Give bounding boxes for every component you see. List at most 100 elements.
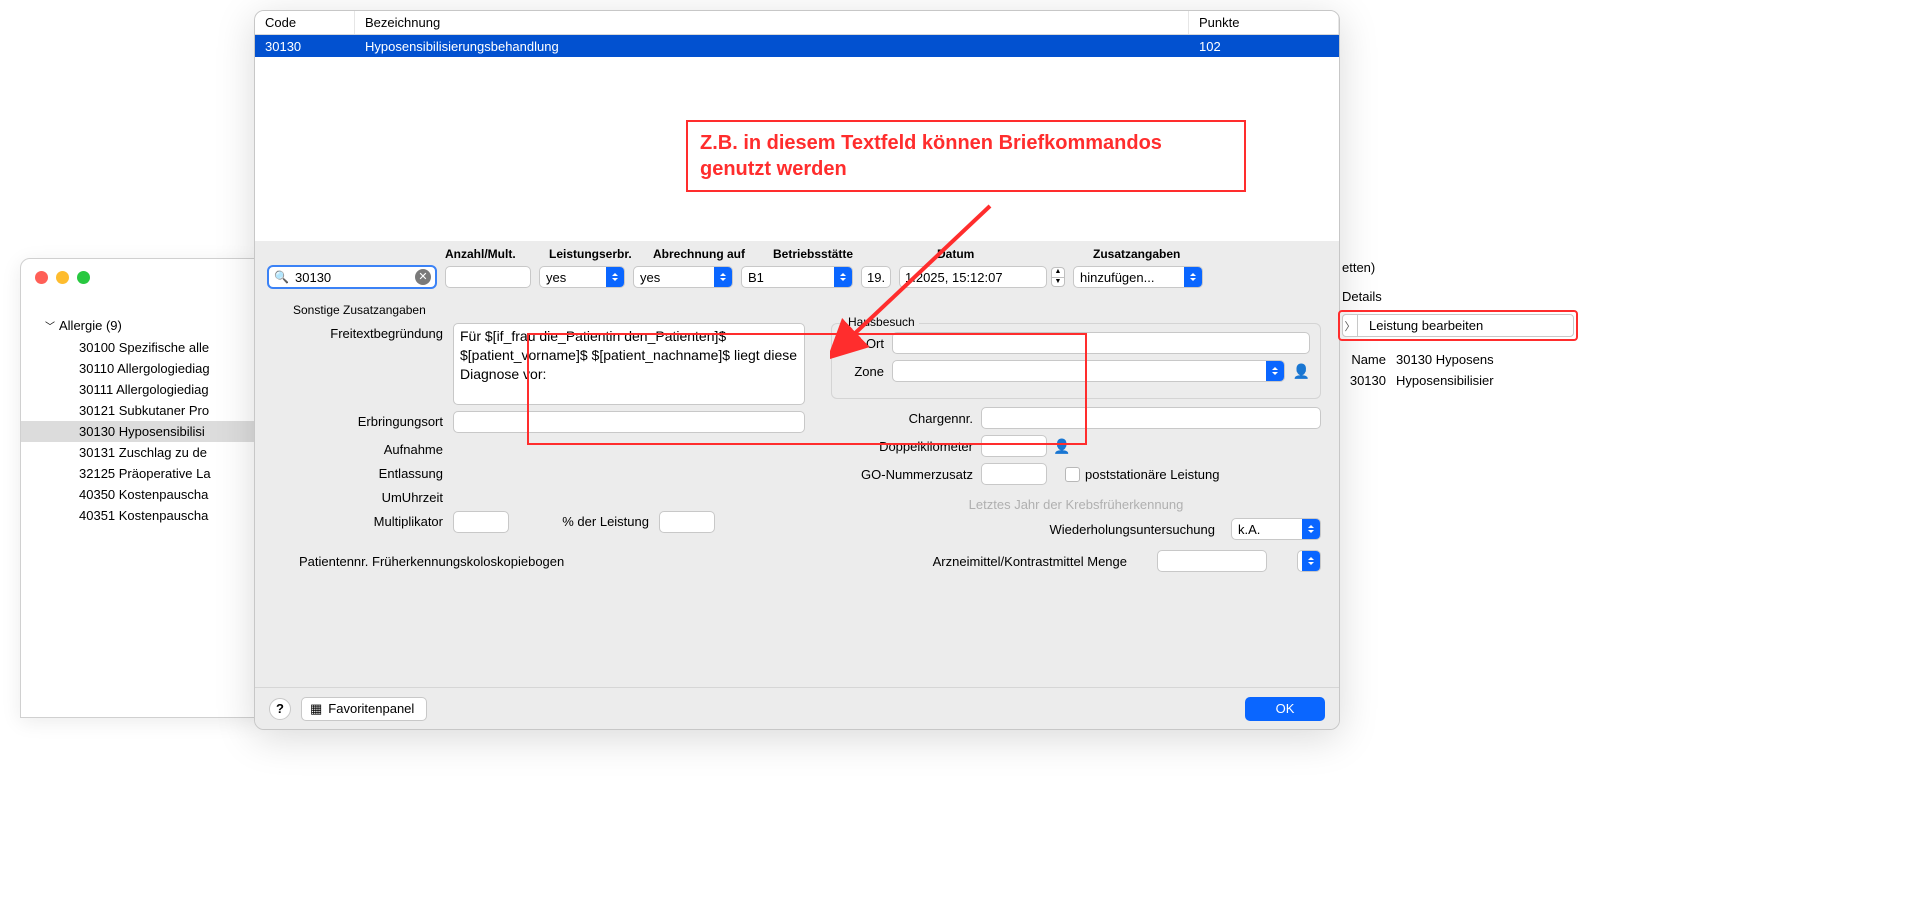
leistung-bearbeiten-label: Leistung bearbeiten [1355,318,1483,333]
favoritenpanel-button[interactable]: ▦ Favoritenpanel [301,697,427,721]
label-abrechnung: Abrechnung auf [653,247,763,261]
col-header-code[interactable]: Code [255,11,355,34]
window-controls [21,259,259,296]
tree-item[interactable]: 30110 Allergologiediag [21,358,259,379]
label-go-nummerzusatz: GO-Nummerzusatz [831,467,981,482]
form-bar: Anzahl/Mult. Leistungserbr. Abrechnung a… [255,241,1339,297]
col-header-punkte[interactable]: Punkte [1189,11,1339,34]
person-icon[interactable]: 👤 [1053,438,1070,455]
zone-select[interactable] [892,360,1285,382]
leistung-bearbeiten-highlight: 〉 Leistung bearbeiten [1338,310,1578,341]
background-window: ﹀ Allergie (9) 30100 Spezifische alle301… [20,258,260,718]
label-entlassung: Entlassung [273,463,453,481]
label-krebsfrueherkennung: Letztes Jahr der Krebsfrüherkennung [831,491,1321,518]
col-header-bezeichnung[interactable]: Bezeichnung [355,11,1189,34]
arzneimittel-input[interactable] [1157,550,1267,572]
panel-icon: ▦ [310,701,322,717]
hausbesuch-fieldset: Hausbesuch Ort Zone 👤 [831,323,1321,399]
label-umuhrzeit: UmUhrzeit [273,487,453,505]
tree-item[interactable]: 40351 Kostenpauscha [21,505,259,526]
tree-item[interactable]: 30130 Hyposensibilisi [21,421,259,442]
label-pct-leistung: % der Leistung [509,511,659,529]
datum-stepper[interactable]: ▲▼ [1051,267,1065,287]
cell-punkte: 102 [1189,39,1339,54]
zoom-window-icon[interactable] [77,271,90,284]
clear-search-icon[interactable]: ✕ [415,269,431,285]
betriebsstaette-select[interactable]: B1 [741,266,853,288]
cell-bezeichnung: Hyposensibilisierungsbehandlung [355,39,1189,54]
abrechnung-select[interactable]: yes [633,266,733,288]
table-header: Code Bezeichnung Punkte [255,11,1339,35]
tree-item[interactable]: 30100 Spezifische alle [21,337,259,358]
select-arrow-icon [1302,551,1320,571]
chevron-right-icon: 〉 [1342,314,1358,337]
value-name: 30130 Hyposens [1396,352,1494,367]
label-anzahl: Anzahl/Mult. [445,247,539,261]
arzneimittel-unit-select[interactable] [1297,550,1321,572]
search-field-wrap: 🔍 ✕ [267,265,437,289]
label-name: Name [1338,352,1386,367]
value-desc: Hyposensibilisier [1396,373,1494,388]
legend-hausbesuch: Hausbesuch [844,315,919,329]
category-tree: ﹀ Allergie (9) 30100 Spezifische alle301… [21,296,259,526]
label-leistungserbr: Leistungserbr. [549,247,643,261]
label-arzneimittel: Arzneimittel/Kontrastmittel Menge [933,554,1127,569]
value-code: 30130 [1338,373,1386,388]
search-input[interactable] [267,265,437,289]
wiederholung-select[interactable]: k.A. [1231,518,1321,540]
select-arrow-icon [1266,361,1284,381]
form-bar-labels: Anzahl/Mult. Leistungserbr. Abrechnung a… [267,247,1327,261]
search-icon: 🔍 [274,270,289,284]
anzahl-input[interactable] [445,266,531,288]
tree-item[interactable]: 40350 Kostenpauscha [21,484,259,505]
ok-button[interactable]: OK [1245,697,1325,721]
tree-item[interactable]: 30111 Allergologiediag [21,379,259,400]
close-window-icon[interactable] [35,271,48,284]
freitext-textarea[interactable] [453,323,805,405]
label-multiplikator: Multiplikator [273,511,453,529]
chevron-down-icon: ﹀ [45,318,55,333]
group-label-sonstige: Sonstige Zusatzangaben [273,299,1321,323]
tree-group-header[interactable]: ﹀ Allergie (9) [21,314,259,337]
select-arrow-icon [606,267,624,287]
datum-input[interactable] [899,266,1047,288]
tree-item[interactable]: 30121 Subkutaner Pro [21,400,259,421]
label-zone: Zone [842,364,884,379]
lower-form: Sonstige Zusatzangaben Freitextbegründun… [255,297,1339,582]
ort-input[interactable] [892,332,1310,354]
label-chargennr: Chargennr. [831,411,981,426]
dialog-window: Code Bezeichnung Punkte 30130 Hyposensib… [254,10,1340,730]
right-panel: etten) Details 〉 Leistung bearbeiten Nam… [1338,258,1578,458]
zusatzangaben-select[interactable]: hinzufügen... [1073,266,1203,288]
label-poststationaer: poststationäre Leistung [1085,467,1219,482]
chargennr-input[interactable] [981,407,1321,429]
annotation-callout: Z.B. in diesem Textfeld können Briefkomm… [686,120,1246,192]
select-arrow-icon [834,267,852,287]
label-freitext: Freitextbegründung [273,323,453,341]
tree-item[interactable]: 32125 Präoperative La [21,463,259,484]
poststationaer-checkbox[interactable] [1065,467,1080,482]
leistung-bearbeiten-button[interactable]: 〉 Leistung bearbeiten [1342,314,1574,337]
select-arrow-icon [714,267,732,287]
multiplikator-input[interactable] [453,511,509,533]
cell-code: 30130 [255,39,355,54]
tree-item[interactable]: 30131 Zuschlag zu de [21,442,259,463]
doppelkilometer-input[interactable] [981,435,1047,457]
select-arrow-icon [1184,267,1202,287]
favoritenpanel-label: Favoritenpanel [328,701,414,716]
help-button[interactable]: ? [269,698,291,720]
datum-day-input[interactable] [861,266,891,288]
label-wiederholung: Wiederholungsuntersuchung [831,522,1221,537]
label-aufnahme: Aufnahme [273,439,453,457]
erbringungsort-input[interactable] [453,411,805,433]
select-arrow-icon [1302,519,1320,539]
go-nummerzusatz-input[interactable] [981,463,1047,485]
dialog-bottom-bar: ? ▦ Favoritenpanel OK [255,687,1339,729]
table-row[interactable]: 30130 Hyposensibilisierungsbehandlung 10… [255,35,1339,57]
leistungserbr-select[interactable]: yes [539,266,625,288]
minimize-window-icon[interactable] [56,271,69,284]
person-icon[interactable]: 👤 [1293,363,1310,380]
label-patientennr-kolo: Patientennr. Früherkennungskoloskopiebog… [273,554,564,569]
form-bar-controls: 🔍 ✕ yes yes B1 ▲▼ hinzufügen... [267,261,1327,297]
pct-leistung-input[interactable] [659,511,715,533]
